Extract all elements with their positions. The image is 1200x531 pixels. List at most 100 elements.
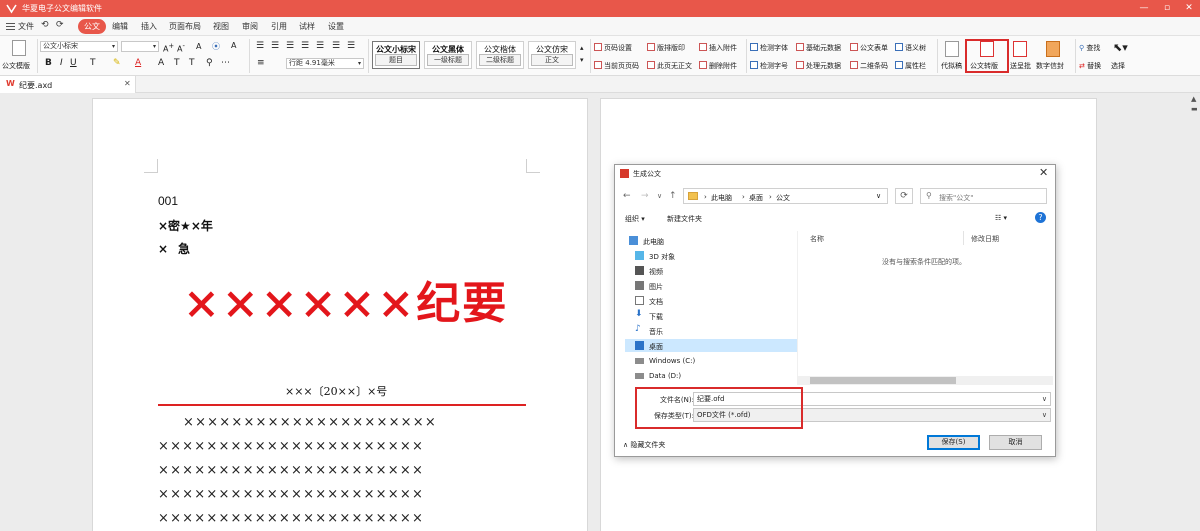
- nav-item-desktop[interactable]: 桌面: [625, 339, 797, 352]
- close-tab-icon[interactable]: ✕: [124, 79, 131, 88]
- digital-envelope-icon[interactable]: [1046, 41, 1060, 57]
- recent-dropdown-icon[interactable]: ∨: [657, 192, 662, 200]
- minimize-button[interactable]: —: [1137, 2, 1151, 14]
- font-color-icon[interactable]: A: [135, 58, 141, 68]
- menu-gongwen[interactable]: 公文: [78, 19, 106, 34]
- font-name-select[interactable]: 公文小标宋 ▾: [40, 41, 118, 52]
- basic-metadata[interactable]: 基础元数据: [796, 43, 841, 53]
- font-shrink-icon[interactable]: A-: [177, 42, 185, 54]
- change-case-icon[interactable]: A: [196, 42, 201, 51]
- menu-file[interactable]: 文件: [18, 21, 34, 32]
- menu-edit[interactable]: 编辑: [112, 21, 128, 32]
- crumb-this-pc[interactable]: 此电脑: [711, 193, 732, 203]
- crumb-desktop[interactable]: 桌面: [749, 193, 763, 203]
- undo-icon[interactable]: ⟲: [41, 20, 49, 30]
- template-button[interactable]: 公文模版: [2, 61, 30, 71]
- up-icon[interactable]: ↑: [669, 191, 677, 201]
- search-input[interactable]: ⚲ 搜索"公文": [920, 188, 1047, 204]
- find-button[interactable]: ⚲ 查找: [1079, 43, 1100, 53]
- crumb-gongwen[interactable]: 公文: [776, 193, 790, 203]
- nav-item-downloads[interactable]: ⬇ 下载: [625, 309, 797, 322]
- font-size-select[interactable]: ▾: [121, 41, 159, 52]
- clear-format-icon[interactable]: ⦿: [212, 41, 220, 52]
- process-metadata[interactable]: 处理元数据: [796, 61, 841, 71]
- line-spacing-select[interactable]: 行距 4.91毫米 ▾: [286, 58, 364, 69]
- style-heading-2[interactable]: 公文楷体 二级标题: [476, 41, 524, 69]
- phonetic-icon[interactable]: A: [231, 41, 236, 50]
- address-dropdown-icon[interactable]: ∨: [876, 192, 881, 200]
- maximize-button[interactable]: ▫: [1160, 2, 1174, 14]
- nav-item-pictures[interactable]: 图片: [625, 279, 797, 292]
- hamburger-icon[interactable]: [6, 23, 15, 30]
- line-spacing-icon[interactable]: ≡: [257, 58, 265, 68]
- underline-icon[interactable]: U: [70, 58, 77, 68]
- forward-icon[interactable]: →: [641, 191, 649, 201]
- more-icon[interactable]: ⋯: [221, 58, 230, 68]
- layout-print[interactable]: 版排版印: [647, 43, 685, 53]
- document-page-1[interactable]: 001 ×密★×年 ×急 ××××××纪要 ×××〔20××〕×号 ××××××…: [92, 98, 588, 531]
- nav-item-music[interactable]: ♪ 音乐: [625, 324, 797, 337]
- subscript-icon[interactable]: T: [189, 58, 195, 68]
- menu-reference[interactable]: 引用: [271, 21, 287, 32]
- check-font[interactable]: 检测字体: [750, 43, 788, 53]
- menu-settings[interactable]: 设置: [328, 21, 344, 32]
- italic-icon[interactable]: I: [60, 58, 63, 68]
- close-button[interactable]: ✕: [1182, 2, 1196, 14]
- template-icon[interactable]: [12, 40, 26, 56]
- organize-menu[interactable]: 组织 ▾: [625, 214, 645, 224]
- delete-attachment[interactable]: 删除附件: [699, 61, 737, 71]
- align-right-icon[interactable]: ☰: [286, 41, 294, 51]
- save-button[interactable]: 保存(S): [927, 435, 980, 450]
- address-bar[interactable]: › 此电脑 › 桌面 › 公文 ∨: [683, 188, 888, 204]
- doc-tab[interactable]: W 纪要.axd ✕: [0, 76, 136, 93]
- draft-icon[interactable]: [945, 41, 959, 57]
- nav-item-3d-objects[interactable]: 3D 对象: [625, 249, 797, 262]
- menu-insert[interactable]: 插入: [141, 21, 157, 32]
- draft-button[interactable]: 代拟稿: [941, 61, 962, 71]
- nav-item-drive-c[interactable]: Windows (C:): [625, 354, 797, 367]
- current-page-number[interactable]: 当前页页码: [594, 61, 639, 71]
- insert-attachment[interactable]: 插入附件: [699, 43, 737, 53]
- replace-button[interactable]: ⇄ 替换: [1079, 61, 1101, 71]
- vertical-scrollbar[interactable]: ▲ ▬: [1188, 93, 1200, 531]
- new-folder-button[interactable]: 新建文件夹: [667, 214, 702, 224]
- page-number-settings[interactable]: 页码设置: [594, 43, 632, 53]
- qr-code[interactable]: 二维条码: [850, 61, 888, 71]
- cursor-icon[interactable]: ⬉▾: [1113, 41, 1128, 54]
- column-date-header[interactable]: 修改日期: [971, 234, 999, 244]
- indent-icon[interactable]: ☰: [332, 41, 340, 51]
- select-button[interactable]: 选择: [1111, 61, 1125, 71]
- align-center-icon[interactable]: ☰: [271, 41, 279, 51]
- redo-icon[interactable]: ⟳: [56, 20, 64, 30]
- view-options-icon[interactable]: ☷ ▾: [995, 214, 1007, 222]
- nav-item-videos[interactable]: 视频: [625, 264, 797, 277]
- list-horizontal-scrollbar[interactable]: [798, 376, 1053, 385]
- char-border-icon[interactable]: A: [158, 58, 164, 68]
- style-body[interactable]: 公文仿宋 正文: [528, 41, 576, 69]
- nav-item-drive-d[interactable]: Data (D:): [625, 369, 797, 382]
- bold-icon[interactable]: B: [45, 58, 52, 68]
- format-painter-icon[interactable]: ⚲: [206, 58, 213, 68]
- hide-folders-toggle[interactable]: ∧ 隐藏文件夹: [623, 440, 665, 450]
- menu-view[interactable]: 视图: [213, 21, 229, 32]
- styles-down-icon[interactable]: ▾: [580, 56, 584, 64]
- highlight-icon[interactable]: ✎: [113, 58, 121, 68]
- align-justify-icon[interactable]: ☰: [301, 41, 309, 51]
- outdent-icon[interactable]: ☰: [347, 41, 355, 51]
- distribute-icon[interactable]: ☰: [316, 41, 324, 51]
- menu-sample[interactable]: 试样: [299, 21, 315, 32]
- back-icon[interactable]: ←: [623, 191, 631, 201]
- nav-item-documents[interactable]: 文档: [625, 294, 797, 307]
- font-grow-icon[interactable]: A+: [163, 42, 174, 54]
- help-icon[interactable]: ?: [1035, 212, 1046, 223]
- check-font-size[interactable]: 检测字号: [750, 61, 788, 71]
- align-left-icon[interactable]: ☰: [256, 41, 264, 51]
- semantic-tree[interactable]: 语义树: [895, 43, 926, 53]
- nav-item-this-pc[interactable]: 此电脑: [625, 234, 797, 247]
- property-bar[interactable]: 属性栏: [895, 61, 926, 71]
- column-name-header[interactable]: 名称: [810, 234, 824, 244]
- dialog-close-icon[interactable]: ✕: [1039, 166, 1048, 179]
- styles-up-icon[interactable]: ▴: [580, 44, 584, 52]
- digital-envelope-button[interactable]: 数字信封: [1036, 61, 1064, 71]
- refresh-icon[interactable]: ⟳: [895, 188, 913, 204]
